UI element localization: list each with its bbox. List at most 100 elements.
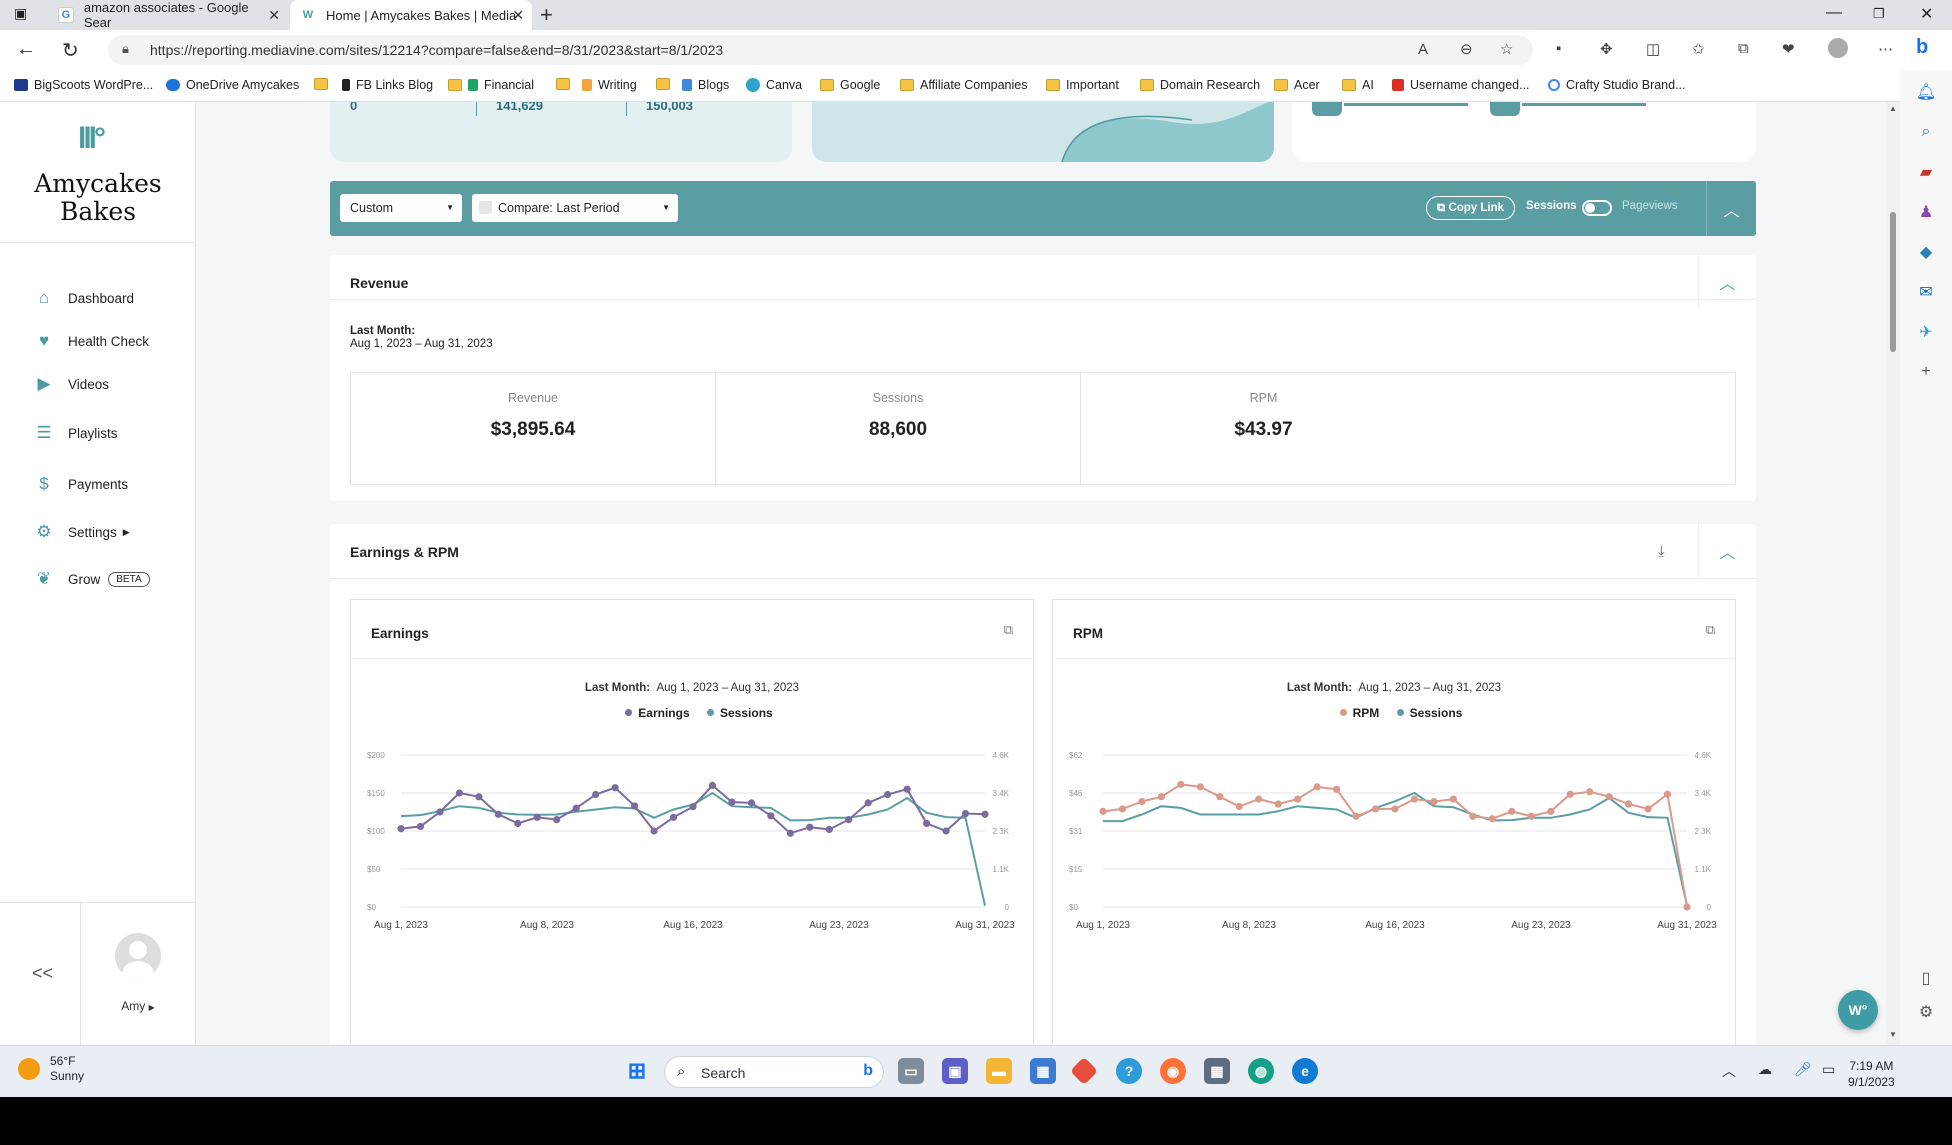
mediavine-chat-button[interactable]: W° <box>1838 990 1878 1030</box>
sidebar-item-videos[interactable]: ▶ Videos <box>34 374 109 394</box>
drop-icon[interactable]: ✈ <box>1916 322 1936 342</box>
sidebar-item-settings[interactable]: ⚙ Settings ▶ <box>34 522 129 542</box>
bookmark-onedrive[interactable]: OneDrive Amycakes <box>166 78 299 92</box>
collapse-filters-button[interactable]: ︿ <box>1706 181 1756 236</box>
chrome-icon[interactable]: ◍ <box>1248 1058 1274 1084</box>
store-icon[interactable]: ▦ <box>1030 1058 1056 1084</box>
legend-item[interactable]: Sessions <box>1410 706 1463 720</box>
new-tab-icon[interactable]: + <box>540 2 553 28</box>
download-icon[interactable]: ⤓ <box>1658 543 1665 560</box>
checkbox[interactable] <box>479 201 492 214</box>
action-button[interactable] <box>1522 102 1646 106</box>
performance-icon[interactable]: ❤ <box>1782 40 1795 58</box>
bookmark-writing[interactable]: Writing <box>582 78 637 92</box>
copy-link-button[interactable]: ⧉ Copy Link <box>1426 196 1515 220</box>
sidebar-item-health-check[interactable]: ♥ Health Check <box>34 331 149 351</box>
calculator-icon[interactable]: ▦ <box>1204 1058 1230 1084</box>
mediavine-logo-icon[interactable]: lll° <box>78 122 106 156</box>
legend-item[interactable]: RPM <box>1353 706 1380 720</box>
bookmark-folder[interactable] <box>556 78 576 90</box>
bookmark-folder[interactable] <box>656 78 676 90</box>
bookmark-financial[interactable]: Financial <box>448 78 534 92</box>
favorite-star-icon[interactable]: ☆ <box>1500 40 1513 58</box>
extensions-puzzle-icon[interactable]: ✥ <box>1600 40 1613 58</box>
bookmark-google[interactable]: Google <box>820 78 880 92</box>
sidebar-item-playlists[interactable]: ☰ Playlists <box>34 423 117 443</box>
task-view-icon[interactable]: ▭ <box>898 1058 924 1084</box>
collapse-earnings-button[interactable]: ︿ <box>1698 524 1756 578</box>
tab-google-search[interactable]: G amazon associates - Google Sear ✕ <box>48 0 288 30</box>
taskbar-search[interactable]: ⌕ Search b <box>664 1056 884 1088</box>
weather-widget[interactable]: 56°F Sunny <box>18 1054 84 1084</box>
microsoft365-icon[interactable]: ◆ <box>1916 242 1936 262</box>
back-icon[interactable]: ← <box>16 38 36 61</box>
bookmark-important[interactable]: Important <box>1046 78 1119 92</box>
bookmark-blogs[interactable]: Blogs <box>682 78 729 92</box>
edge-icon[interactable]: e <box>1292 1058 1318 1084</box>
sidebar-item-grow[interactable]: ❦ Grow BETA <box>34 569 150 589</box>
bookmark-canva[interactable]: Canva <box>746 78 802 92</box>
collapse-sidebar-button[interactable]: << <box>32 963 53 984</box>
copilot-icon[interactable]: b <box>1916 36 1928 59</box>
bookmark-bigscoots[interactable]: BigScoots WordPre... <box>14 78 153 92</box>
onedrive-icon[interactable]: ☁ <box>1758 1061 1772 1078</box>
external-link-icon[interactable]: ⧉ <box>1004 622 1013 638</box>
bookmark-folder[interactable] <box>314 78 334 90</box>
bookmark-fb-links[interactable]: FB Links Blog <box>342 78 433 92</box>
date-range-select[interactable]: Custom ▼ <box>340 194 462 222</box>
external-link-icon[interactable]: ⧉ <box>1706 622 1715 638</box>
notification-bell-icon[interactable]: 🔔︎ <box>1916 82 1936 102</box>
page-scrollbar[interactable]: ▲ ▼ <box>1886 102 1900 1045</box>
zoom-icon[interactable]: ⊖ <box>1460 40 1473 58</box>
restore-icon[interactable]: ❐ <box>1873 6 1885 22</box>
network-icon[interactable]: ▭ <box>1822 1061 1835 1078</box>
refresh-icon[interactable]: ↻ <box>62 38 79 63</box>
bookmark-affiliate[interactable]: Affiliate Companies <box>900 78 1027 92</box>
legend-item[interactable]: Sessions <box>720 706 773 720</box>
more-options-icon[interactable]: ⋯ <box>1878 40 1893 58</box>
tab-actions-icon[interactable]: ▣ <box>14 5 27 22</box>
url-field[interactable]: 🔒︎ https://reporting.mediavine.com/sites… <box>108 35 1533 65</box>
sidebar-toggle-icon[interactable]: ▯ <box>1916 968 1936 988</box>
user-menu[interactable]: Amy ▶ <box>96 999 180 1013</box>
help-icon[interactable]: ? <box>1116 1058 1142 1084</box>
firefox-icon[interactable]: ◉ <box>1160 1058 1186 1084</box>
sidebar-item-payments[interactable]: $ Payments <box>34 474 128 494</box>
bookmark-gmail[interactable]: Username changed... <box>1392 78 1530 92</box>
scroll-down-icon[interactable]: ▼ <box>1889 1030 1897 1039</box>
split-screen-icon[interactable]: ◫ <box>1646 40 1660 58</box>
sessions-pageviews-toggle[interactable] <box>1582 200 1612 216</box>
favorites-icon[interactable]: ✩ <box>1692 40 1705 58</box>
bookmark-ai[interactable]: AI <box>1342 78 1374 92</box>
tab-mediavine[interactable]: W Home | Amycakes Bakes | Media ✕ <box>290 0 532 30</box>
action-icon[interactable] <box>1312 102 1342 116</box>
compare-select[interactable]: Compare: Last Period ▼ <box>472 194 678 222</box>
app-diamond-icon[interactable] <box>1069 1056 1099 1086</box>
collections-icon[interactable]: ⧉ <box>1738 40 1749 57</box>
close-window-icon[interactable]: ✕ <box>1920 4 1933 24</box>
add-icon[interactable]: + <box>1916 362 1936 382</box>
scrollbar-thumb[interactable] <box>1890 212 1896 352</box>
avatar[interactable] <box>115 933 161 979</box>
tray-chevron-icon[interactable]: ︿ <box>1722 1061 1736 1081</box>
close-tab-icon[interactable]: ✕ <box>268 7 280 24</box>
bookmark-acer[interactable]: Acer <box>1274 78 1320 92</box>
scroll-up-icon[interactable]: ▲ <box>1889 104 1897 113</box>
action-button[interactable] <box>1344 102 1468 106</box>
settings-gear-icon[interactable]: ⚙ <box>1916 1002 1936 1022</box>
windows-start-icon[interactable]: ⊞ <box>624 1058 650 1084</box>
teams-icon[interactable]: ▣ <box>942 1058 968 1084</box>
bookmark-domain-research[interactable]: Domain Research <box>1140 78 1260 92</box>
read-aloud-icon[interactable]: A <box>1418 41 1428 58</box>
legend-item[interactable]: Earnings <box>638 706 689 720</box>
microphone-icon[interactable]: 🎤︎ <box>1794 1061 1812 1078</box>
extension-icon[interactable]: ▪ <box>1556 40 1561 57</box>
collapse-revenue-button[interactable]: ︿ <box>1698 255 1756 309</box>
file-explorer-icon[interactable]: ▬ <box>986 1058 1012 1084</box>
tools-icon[interactable]: ▰ <box>1916 162 1936 182</box>
bookmark-crafty-studio[interactable]: Crafty Studio Brand... <box>1548 78 1686 92</box>
action-icon[interactable] <box>1490 102 1520 116</box>
close-tab-icon[interactable]: ✕ <box>512 7 524 24</box>
games-icon[interactable]: ♟ <box>1916 202 1936 222</box>
profile-icon[interactable] <box>1828 38 1848 58</box>
